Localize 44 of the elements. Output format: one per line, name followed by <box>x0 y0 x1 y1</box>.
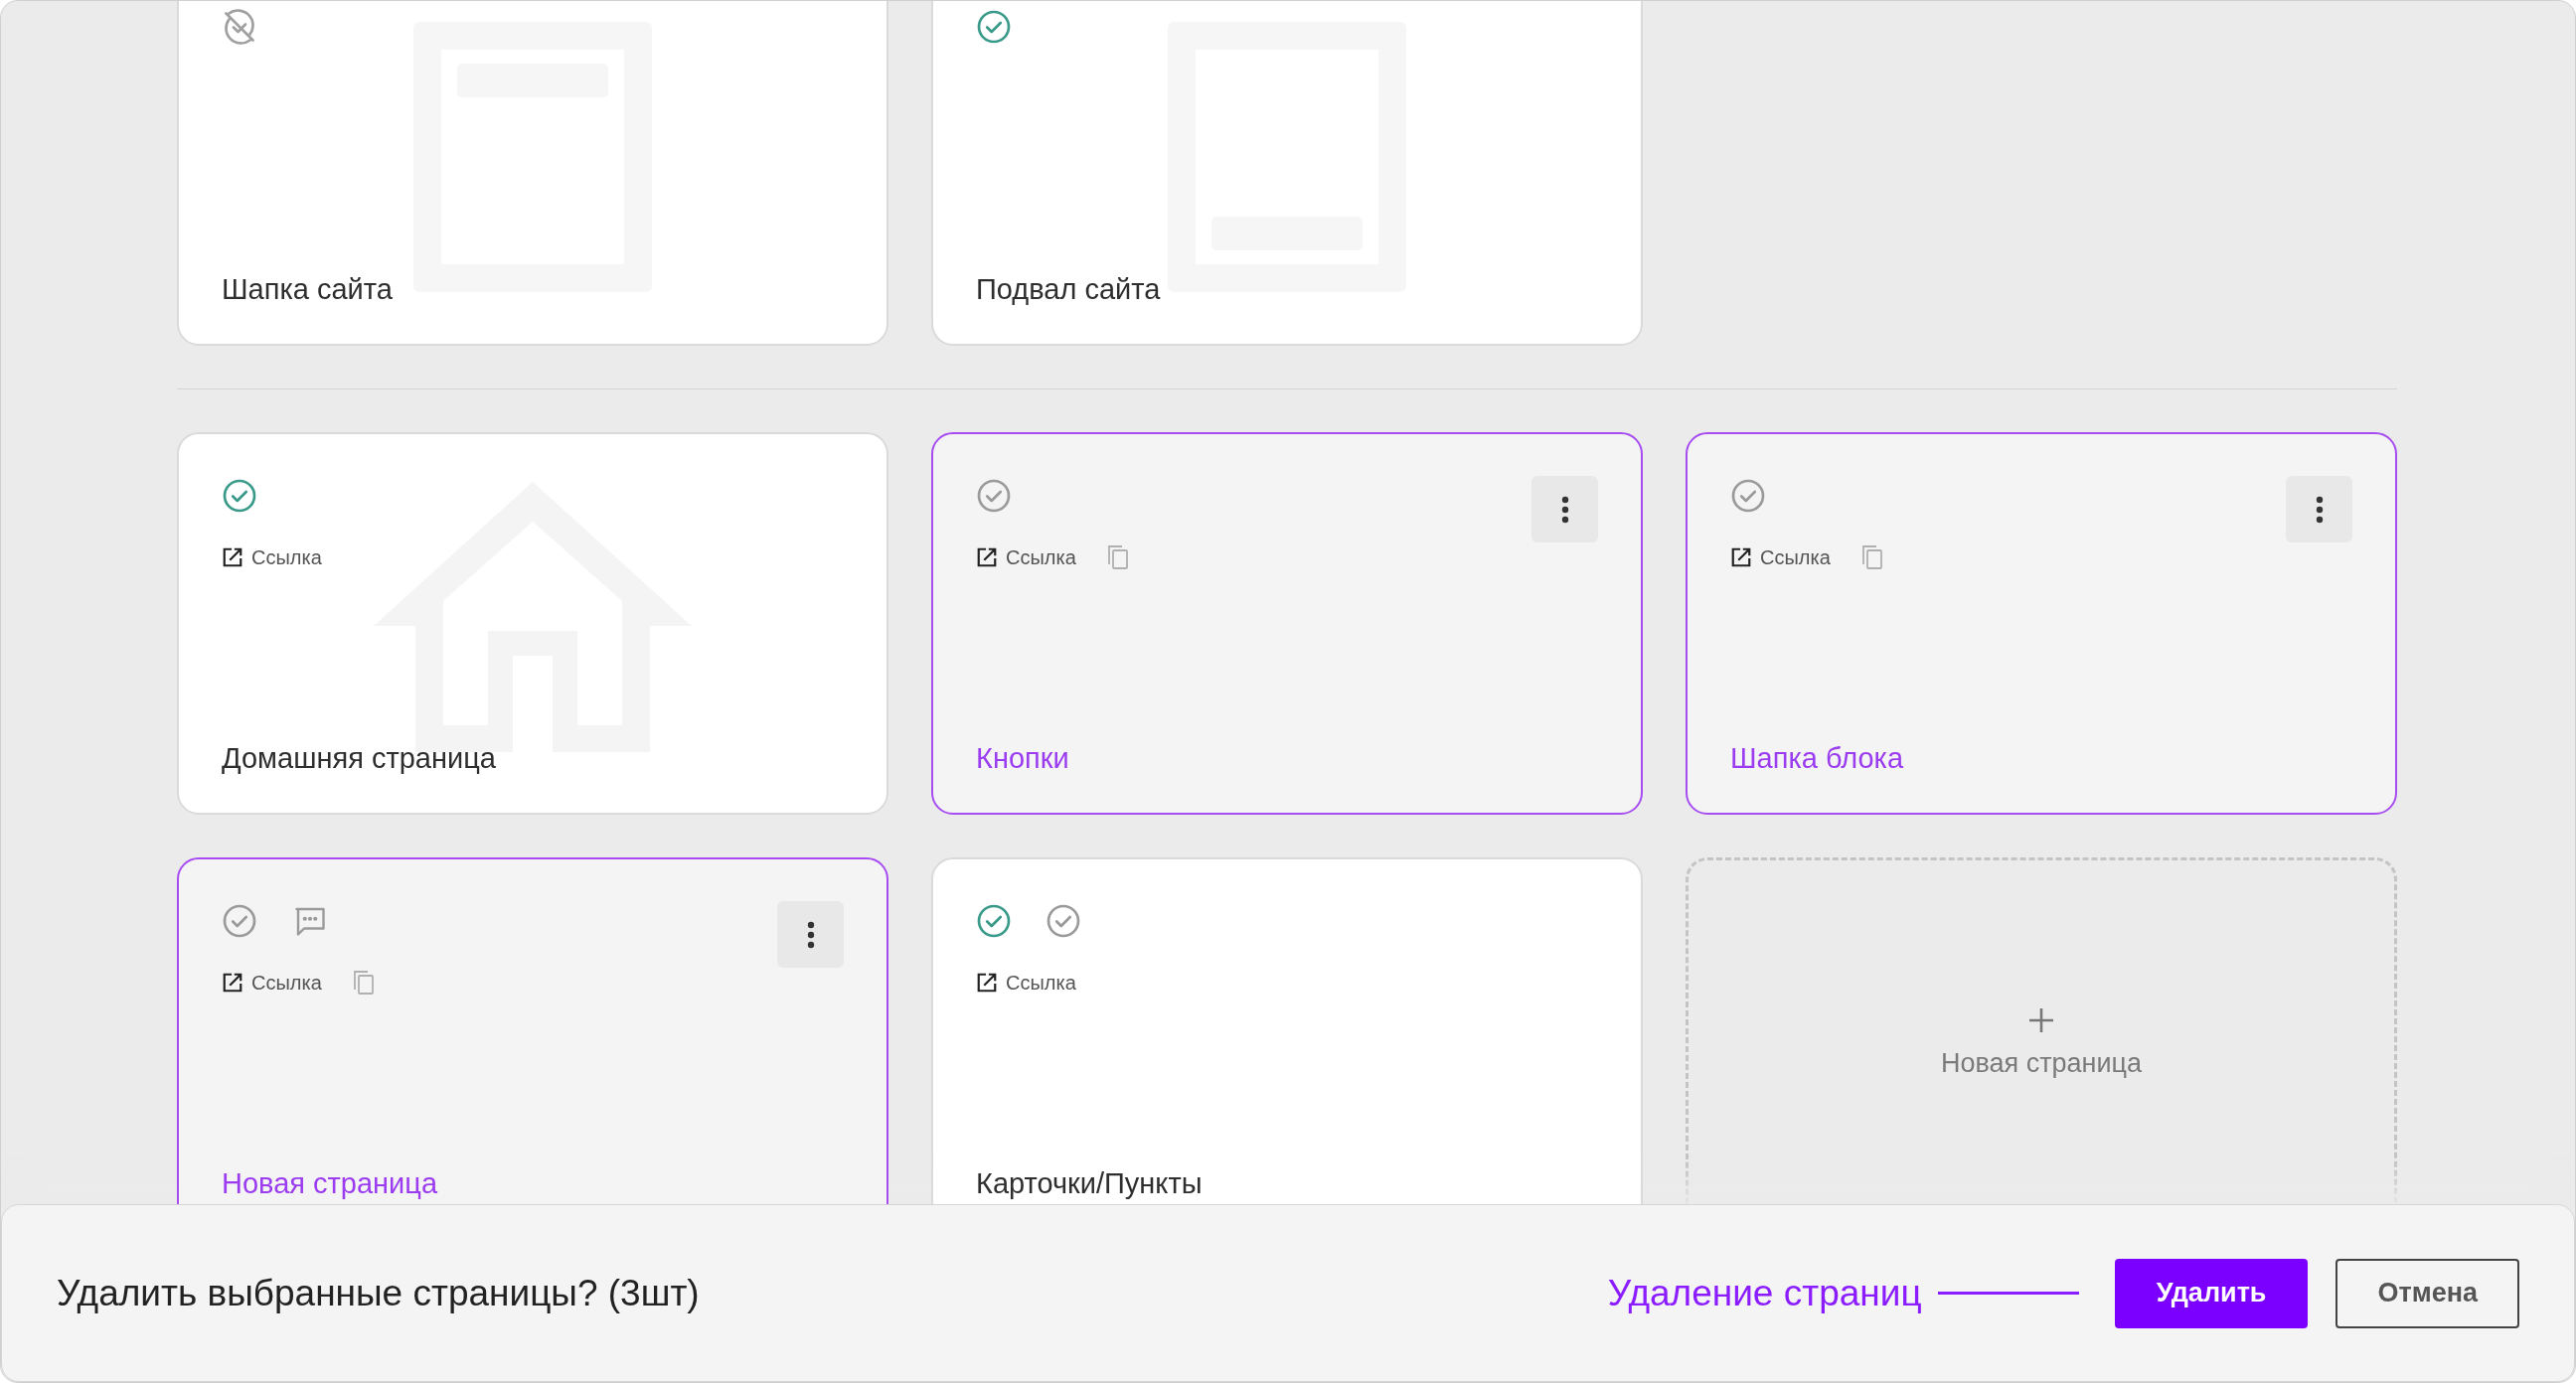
page-title: Новая страница <box>222 1166 438 1201</box>
page-title: Кнопки <box>976 741 1069 776</box>
external-link-icon <box>222 972 243 994</box>
page-card[interactable]: Ссылка Домашняя страница <box>177 432 888 815</box>
crossed-check-icon <box>222 9 257 45</box>
external-link-icon <box>1730 546 1752 568</box>
external-link-icon <box>976 546 998 568</box>
page-title: Шапка сайта <box>222 272 393 307</box>
check-circle-icon <box>1730 478 1766 514</box>
page-card[interactable]: Ссылка Новая страница <box>177 857 888 1204</box>
page-title: Подвал сайта <box>976 272 1161 307</box>
check-circle-icon <box>976 478 1012 514</box>
more-menu-button[interactable] <box>1531 476 1598 542</box>
external-link-icon <box>976 972 998 994</box>
cancel-button[interactable]: Отмена <box>2335 1258 2519 1328</box>
check-circle-icon <box>976 9 1012 45</box>
check-circle-icon <box>976 903 1012 939</box>
page-card[interactable]: Шапка сайта <box>177 1 888 346</box>
annotation-label: Удаление страниц <box>1607 1271 1922 1315</box>
link[interactable]: Ссылка <box>976 968 1076 998</box>
page-title: Карточки/Пункты <box>976 1166 1203 1201</box>
page-card[interactable]: Ссылка Кнопки <box>931 432 1643 815</box>
page-title: Шапка блока <box>1730 741 1904 776</box>
page-card[interactable]: Подвал сайта <box>931 1 1643 346</box>
confirm-message: Удалить выбранные страницы? (3шт) <box>57 1271 700 1315</box>
more-icon <box>806 920 815 949</box>
page-card[interactable]: Ссылка Шапка блока <box>1686 432 2397 815</box>
more-icon <box>2315 495 2324 524</box>
new-page-label: Новая страница <box>1940 1047 2143 1080</box>
link[interactable]: Ссылка <box>976 542 1076 572</box>
link[interactable]: Ссылка <box>1730 542 1831 572</box>
plus-icon <box>2028 1007 2054 1033</box>
external-link-icon <box>222 546 243 568</box>
check-circle-icon <box>222 903 257 939</box>
delete-button[interactable]: Удалить <box>2114 1258 2309 1328</box>
more-icon <box>1560 495 1569 524</box>
more-menu-button[interactable] <box>2286 476 2352 542</box>
page-title: Домашняя страница <box>222 741 496 776</box>
more-menu-button[interactable] <box>777 901 844 968</box>
link[interactable]: Ссылка <box>222 968 322 998</box>
link[interactable]: Ссылка <box>222 542 322 572</box>
check-circle-icon <box>222 478 257 514</box>
check-circle-icon <box>1046 903 1081 939</box>
page-card[interactable]: Ссылка Карточки/Пункты <box>931 857 1643 1204</box>
